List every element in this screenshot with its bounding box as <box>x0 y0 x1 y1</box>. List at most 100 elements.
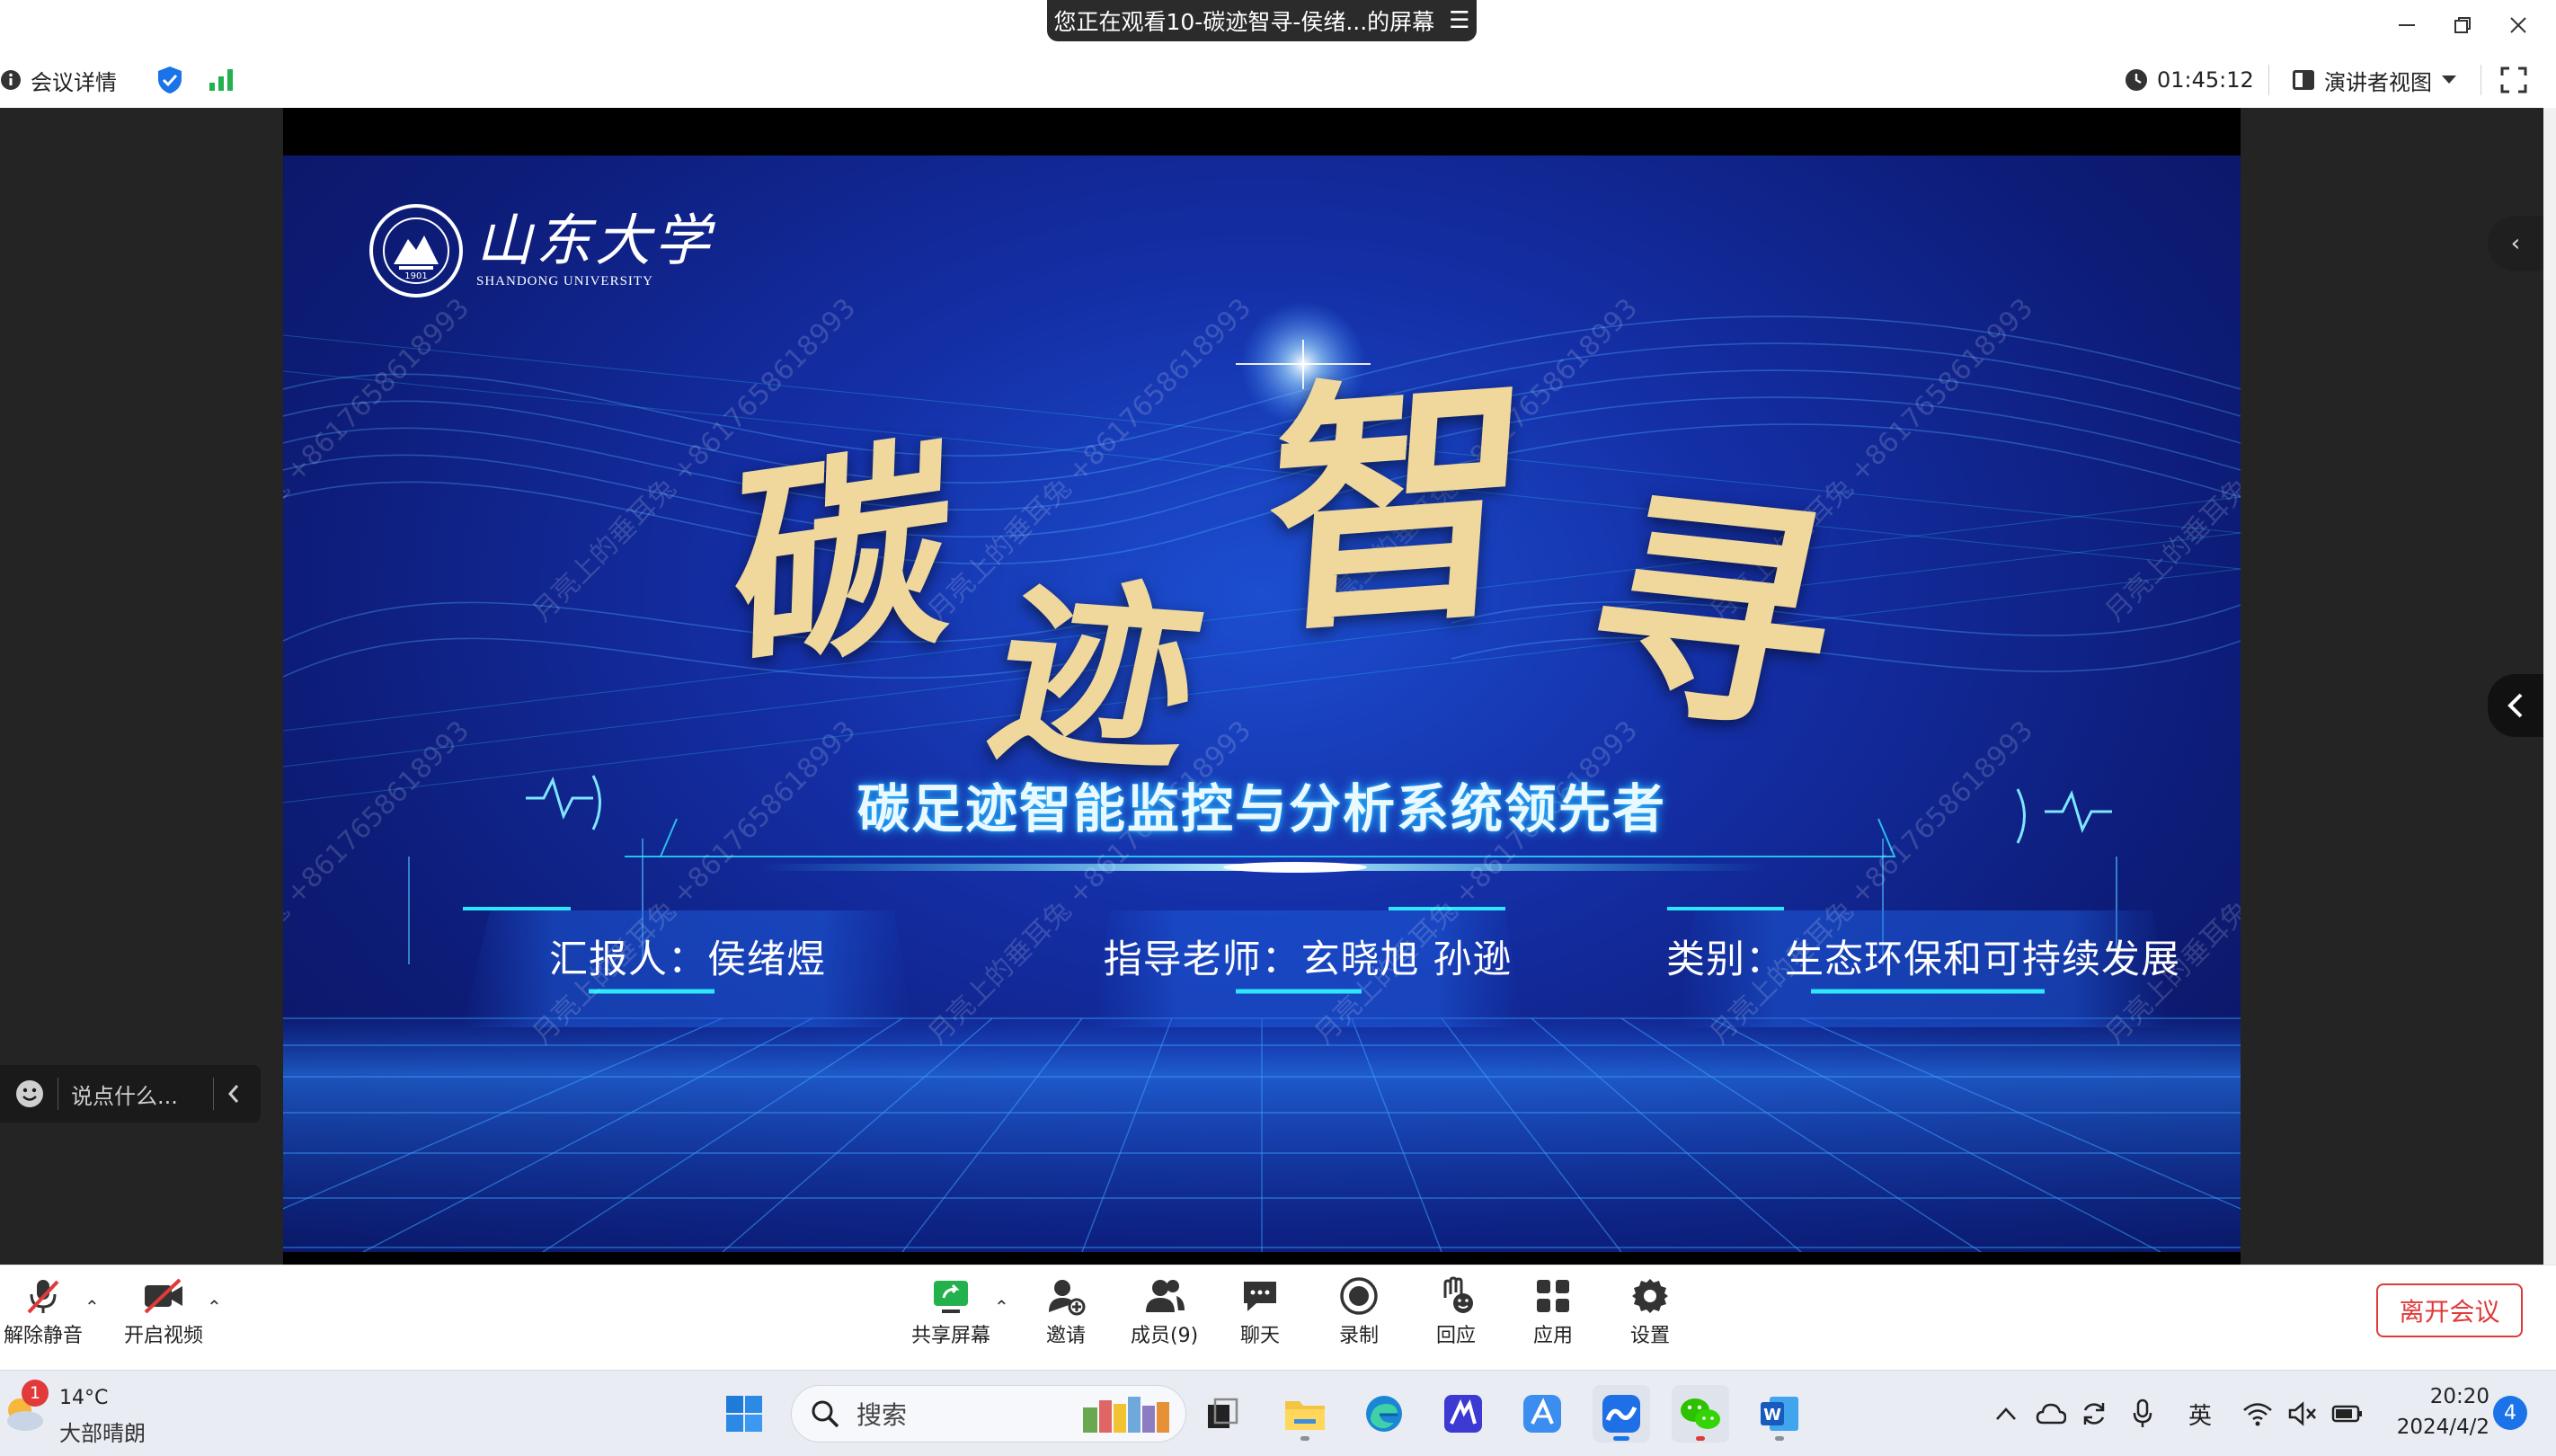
wifi-icon[interactable] <box>2238 1371 2277 1456</box>
apps-label: 应用 <box>1533 1325 1574 1347</box>
layout-icon <box>2293 70 2314 90</box>
feishu-icon[interactable] <box>1513 1385 1571 1443</box>
unread-indicator <box>1696 1436 1705 1441</box>
windows-start-icon[interactable] <box>715 1385 773 1443</box>
chat-bubble-icon <box>1244 1282 1276 1311</box>
view-mode-dropdown[interactable]: 演讲者视图 <box>2292 52 2457 108</box>
input-method-indicator[interactable]: 英 <box>2179 1371 2222 1456</box>
chevron-down-icon <box>2442 75 2456 84</box>
expand-sidebar-tab[interactable] <box>2488 674 2543 737</box>
running-indicator <box>1300 1436 1309 1441</box>
leave-meeting-button[interactable]: 离开会议 <box>2376 1283 2523 1337</box>
microphone-icon[interactable] <box>2123 1371 2162 1456</box>
cloud-icon[interactable] <box>2031 1371 2071 1456</box>
system-clock[interactable]: 20:20 2024/4/2 <box>2382 1381 2489 1446</box>
meeting-toolbar: 会议详情 01:45:12 演讲者视图 <box>0 52 2556 108</box>
advisor-label: 指导老师：玄晓旭 孙逊 <box>1103 937 1513 982</box>
share-screen-label: 共享屏幕 <box>911 1325 991 1347</box>
active-indicator <box>1613 1436 1629 1441</box>
members-icon <box>1145 1280 1185 1312</box>
chevron-left-icon[interactable] <box>226 1083 241 1105</box>
task-view-icon[interactable] <box>1194 1385 1251 1443</box>
show-hidden-icons[interactable] <box>1988 1371 2024 1456</box>
tencent-meeting-icon[interactable] <box>1593 1385 1650 1443</box>
notification-center-badge[interactable]: 4 <box>2493 1396 2527 1430</box>
settings-button[interactable]: 设置 <box>1630 1276 1670 1348</box>
react-label: 回应 <box>1436 1325 1477 1347</box>
chevron-up-icon[interactable]: ⌃ <box>84 1296 100 1318</box>
raise-hand-icon <box>1443 1276 1473 1313</box>
microphone-muted-icon <box>27 1280 59 1314</box>
volume-muted-icon[interactable] <box>2283 1371 2322 1456</box>
search-highlight-icon <box>1083 1397 1169 1433</box>
weather-widget[interactable]: 1 14°C 大部晴朗 <box>0 1380 162 1448</box>
presentation-slide: 月亮上的垂耳兔 +8617658618993 月亮上的垂耳兔 +86176586… <box>283 155 2241 1252</box>
record-button[interactable]: 录制 <box>1339 1276 1379 1348</box>
chevron-up-icon[interactable]: ⌃ <box>207 1296 222 1318</box>
title-char: 迹 <box>973 554 1220 799</box>
svg-text:W: W <box>1763 1406 1781 1425</box>
invite-label: 邀请 <box>1046 1325 1087 1347</box>
notification-badge: 1 <box>22 1380 49 1407</box>
divider <box>213 1078 214 1110</box>
taskbar-search-box[interactable]: 搜索 <box>791 1385 1186 1443</box>
battery-icon[interactable] <box>2328 1371 2367 1456</box>
camera-off-icon <box>144 1278 182 1314</box>
clock-time: 20:20 <box>2429 1385 2489 1408</box>
title-bar: 您正在观看10-碳迹智寻-侯绪...的屏幕 ☰ <box>0 0 2556 52</box>
chat-quick-input[interactable]: 说点什么... <box>0 1065 261 1123</box>
shield-check-icon[interactable] <box>156 52 183 108</box>
running-indicator <box>1775 1436 1784 1441</box>
divider <box>2268 65 2269 95</box>
signal-bars-icon[interactable] <box>209 52 234 108</box>
emoji-icon[interactable] <box>14 1079 45 1109</box>
members-label: 成员(9) <box>1131 1325 1199 1347</box>
record-icon <box>1340 1277 1378 1315</box>
weather-temperature: 14°C <box>59 1387 109 1409</box>
gear-icon <box>1632 1279 1668 1313</box>
windows-taskbar: 1 14°C 大部晴朗 搜索 W 英 20:20 2024/4/2 4 <box>0 1370 2556 1456</box>
meeting-app-icon[interactable] <box>1434 1385 1492 1443</box>
chat-label: 聊天 <box>1240 1325 1281 1347</box>
shared-screen-stage: 月亮上的垂耳兔 +8617658618993 月亮上的垂耳兔 +86176586… <box>0 108 2543 1265</box>
chevron-up-icon <box>1996 1407 2016 1420</box>
chat-button[interactable]: 聊天 <box>1240 1276 1280 1348</box>
record-label: 录制 <box>1339 1325 1380 1347</box>
react-button[interactable]: 回应 <box>1436 1276 1476 1348</box>
timer-value: 01:45:12 <box>2157 67 2254 93</box>
main-title: 碳 迹 智 寻 <box>283 155 2241 839</box>
restore-icon[interactable] <box>2436 5 2489 45</box>
start-video-label: 开启视频 <box>124 1325 204 1347</box>
title-char: 寻 <box>1561 460 1863 768</box>
start-video-button[interactable]: 开启视频 <box>124 1276 203 1348</box>
fullscreen-icon[interactable] <box>2500 52 2527 108</box>
minimize-icon[interactable] <box>2380 5 2434 45</box>
chevron-up-icon[interactable]: ⌃ <box>994 1296 1009 1318</box>
search-placeholder: 搜索 <box>856 1400 908 1430</box>
collapse-panel-tab[interactable]: ‹ <box>2488 216 2543 271</box>
meeting-timer: 01:45:12 <box>2125 52 2254 108</box>
sync-icon[interactable] <box>2074 1371 2114 1456</box>
unmute-button[interactable]: 解除静音 <box>4 1276 83 1348</box>
title-char: 智 <box>1256 342 1539 670</box>
scrollbar-track[interactable] <box>2543 108 2556 1265</box>
invite-button[interactable]: 邀请 <box>1046 1276 1086 1348</box>
members-button[interactable]: 成员(9) <box>1131 1276 1198 1348</box>
unmute-label: 解除静音 <box>4 1325 84 1347</box>
apps-button[interactable]: 应用 <box>1533 1276 1573 1348</box>
wechat-icon[interactable] <box>1672 1385 1729 1443</box>
meeting-details-label: 会议详情 <box>31 69 117 95</box>
screen-share-indicator[interactable]: 您正在观看10-碳迹智寻-侯绪...的屏幕 ☰ <box>1047 0 1477 41</box>
hamburger-menu-icon[interactable]: ☰ <box>1449 7 1469 34</box>
title-char: 碳 <box>729 410 956 705</box>
close-icon[interactable] <box>2491 5 2545 45</box>
file-explorer-icon[interactable] <box>1276 1385 1334 1443</box>
edge-browser-icon[interactable] <box>1355 1385 1413 1443</box>
word-icon[interactable]: W <box>1751 1385 1808 1443</box>
search-icon <box>812 1400 839 1428</box>
meeting-details-button[interactable]: 会议详情 <box>0 52 117 108</box>
share-screen-button[interactable]: 共享屏幕 <box>911 1276 990 1348</box>
apps-grid-icon <box>1537 1280 1569 1312</box>
add-user-icon <box>1049 1280 1086 1316</box>
weather-description: 大部晴朗 <box>59 1421 146 1446</box>
